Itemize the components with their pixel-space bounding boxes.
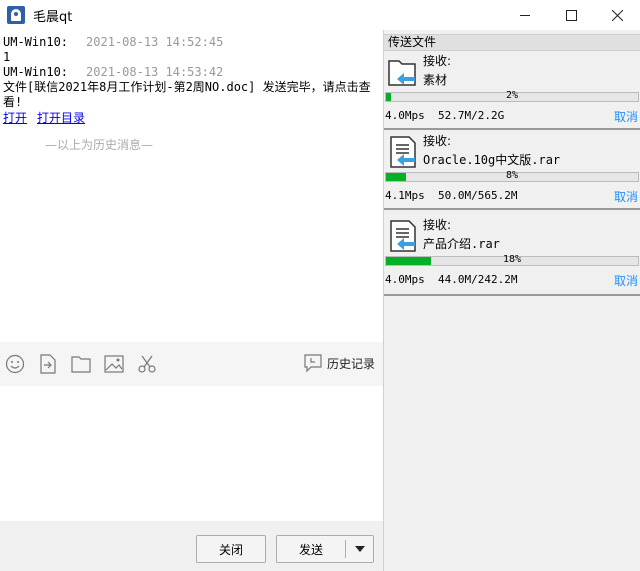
transfer-speed: 4.0Mps 44.0M/242.2M [385,273,518,286]
history-records-label: 历史记录 [326,356,375,371]
message-header: UM-Win10: 2021-08-13 14:52:45 [3,35,383,50]
transfer-item: 接收: 产品介绍.rar 18% 4.0Mps 44.0M/242.2M 取消 [384,216,640,296]
chat-pane: UM-Win10: 2021-08-13 14:52:45 1 UM-Win10… [0,30,383,571]
cancel-transfer-link[interactable]: 取消 [614,188,638,205]
window-title: 毛晨qt [33,9,73,25]
action-bar: 关闭 发送 [0,521,383,571]
image-icon [104,355,124,373]
close-button[interactable]: 关闭 [196,535,266,563]
history-speech-icon [304,354,322,373]
message-timestamp: 2021-08-13 14:53:42 [86,65,224,79]
send-button[interactable]: 发送 [276,535,374,563]
send-file-button[interactable] [37,353,59,375]
close-button-label: 关闭 [218,542,243,557]
close-icon [611,9,623,21]
history-records-button[interactable]: 历史记录 [303,353,375,373]
transfer-item: 接收: 素材 2% 4.0Mps 52.7M/2.2G 取消 [384,52,640,130]
send-button-label: 发送 [298,542,323,557]
open-file-link[interactable]: 打开 [3,111,27,126]
progress-percent: 2% [505,90,519,101]
screenshot-scissors-icon [138,355,156,373]
window-controls [502,0,640,30]
transfer-status: 接收: [423,134,452,148]
message-sender: UM-Win10: [3,65,69,79]
transfer-file-name: Oracle.10g中文版.rar [423,153,561,167]
cancel-transfer-link[interactable]: 取消 [614,272,638,289]
maximize-button[interactable] [548,0,594,30]
image-button[interactable] [103,353,125,375]
message-text: 文件[联信2021年8月工作计划-第2周NO.doc] 发送完毕，请点击查看! [3,80,371,109]
folder-icon [71,356,91,373]
transfer-size: 44.0M/242.2M [438,273,518,286]
message-history[interactable]: UM-Win10: 2021-08-13 14:52:45 1 UM-Win10… [0,30,383,342]
send-file-icon [40,354,56,374]
message-sender: UM-Win10: [3,35,69,49]
open-folder-link[interactable]: 打开目录 [37,111,85,126]
file-transfer-panel: 传送文件 接收: 素材 2% 4.0Mps 52.7M/2.2G 取消 接收: … [384,30,640,571]
transfer-item: 接收: Oracle.10g中文版.rar 8% 4.1Mps 50.0M/56… [384,132,640,210]
document-receive-icon [390,136,416,168]
transfer-file-name: 素材 [423,73,448,87]
message-text: 1 [3,50,11,64]
transfer-status: 接收: [423,218,452,232]
send-options-dropdown[interactable] [351,536,369,562]
transfer-progress-bar: 2% [385,90,639,102]
message-input[interactable] [0,386,383,521]
transfer-speed: 4.0Mps 52.7M/2.2G [385,109,505,122]
folder-button[interactable] [70,353,92,375]
transfer-size: 50.0M/565.2M [438,189,518,202]
app-logo-icon [7,6,25,24]
cancel-transfer-link[interactable]: 取消 [614,108,638,125]
transfer-size: 52.7M/2.2G [438,109,505,122]
screenshot-button[interactable] [136,353,158,375]
close-window-button[interactable] [594,0,640,30]
maximize-icon [565,9,577,21]
message-header: UM-Win10: 2021-08-13 14:53:42 [3,65,383,80]
title-bar[interactable]: 毛晨qt [0,0,640,30]
transfer-progress-bar: 18% [385,254,639,266]
transfer-speed: 4.1Mps 50.0M/565.2M [385,189,518,202]
folder-receive-icon [388,60,416,86]
progress-percent: 18% [502,254,522,265]
transfer-file-name: 产品介绍.rar [423,237,500,251]
progress-percent: 8% [505,170,519,181]
transfer-status: 接收: [423,54,452,68]
document-receive-icon [390,220,416,252]
minimize-icon [519,14,530,16]
emoji-icon [5,354,25,374]
transfer-progress-bar: 8% [385,170,639,182]
file-links: 打开 打开目录 [3,111,383,126]
caret-down-icon [355,546,365,552]
input-toolbar: 历史记录 [0,342,383,386]
minimize-button[interactable] [502,0,548,30]
message-timestamp: 2021-08-13 14:52:45 [86,35,224,49]
transfer-panel-title: 传送文件 [384,34,640,51]
emoji-button[interactable] [4,353,26,375]
history-divider-note: —以上为历史消息— [45,138,154,152]
